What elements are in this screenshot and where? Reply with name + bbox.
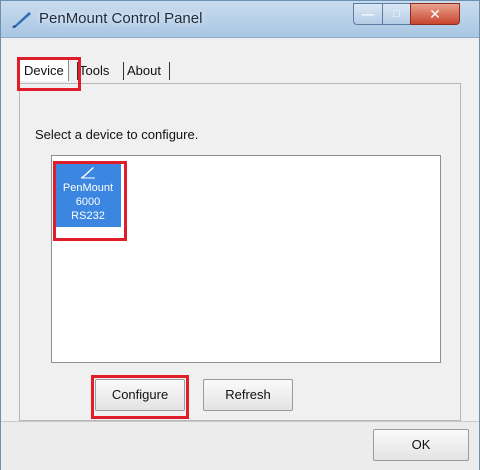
close-button[interactable]: ✕ xyxy=(410,3,460,25)
ok-button[interactable]: OK xyxy=(373,429,469,461)
device-name: PenMount xyxy=(62,182,114,194)
close-icon: ✕ xyxy=(429,6,441,22)
configure-button[interactable]: Configure xyxy=(95,379,185,411)
refresh-button[interactable]: Refresh xyxy=(203,379,293,411)
device-item[interactable]: PenMount 6000 RS232 xyxy=(55,163,121,227)
maximize-icon: □ xyxy=(393,8,400,20)
tab-separator xyxy=(169,62,170,80)
tab-separator xyxy=(123,62,124,80)
device-interface: RS232 xyxy=(71,210,105,222)
tab-device[interactable]: Device xyxy=(19,59,69,81)
pen-icon xyxy=(12,12,31,28)
pen-icon xyxy=(81,167,95,179)
device-model: 6000 xyxy=(75,196,101,208)
tab-separator xyxy=(77,62,78,80)
minimize-icon: ― xyxy=(362,7,374,21)
tab-about[interactable]: About xyxy=(127,63,161,78)
maximize-button[interactable]: □ xyxy=(382,3,411,25)
instruction-text: Select a device to configure. xyxy=(35,127,199,142)
minimize-button[interactable]: ― xyxy=(353,3,383,25)
title-bar[interactable]: PenMount Control Panel ― □ ✕ xyxy=(1,1,479,38)
window-title: PenMount Control Panel xyxy=(39,10,203,27)
tab-tools[interactable]: Tools xyxy=(79,63,109,78)
window: PenMount Control Panel ― □ ✕ Device Tool… xyxy=(0,0,480,470)
device-item-label: PenMount 6000 RS232 xyxy=(55,181,121,223)
